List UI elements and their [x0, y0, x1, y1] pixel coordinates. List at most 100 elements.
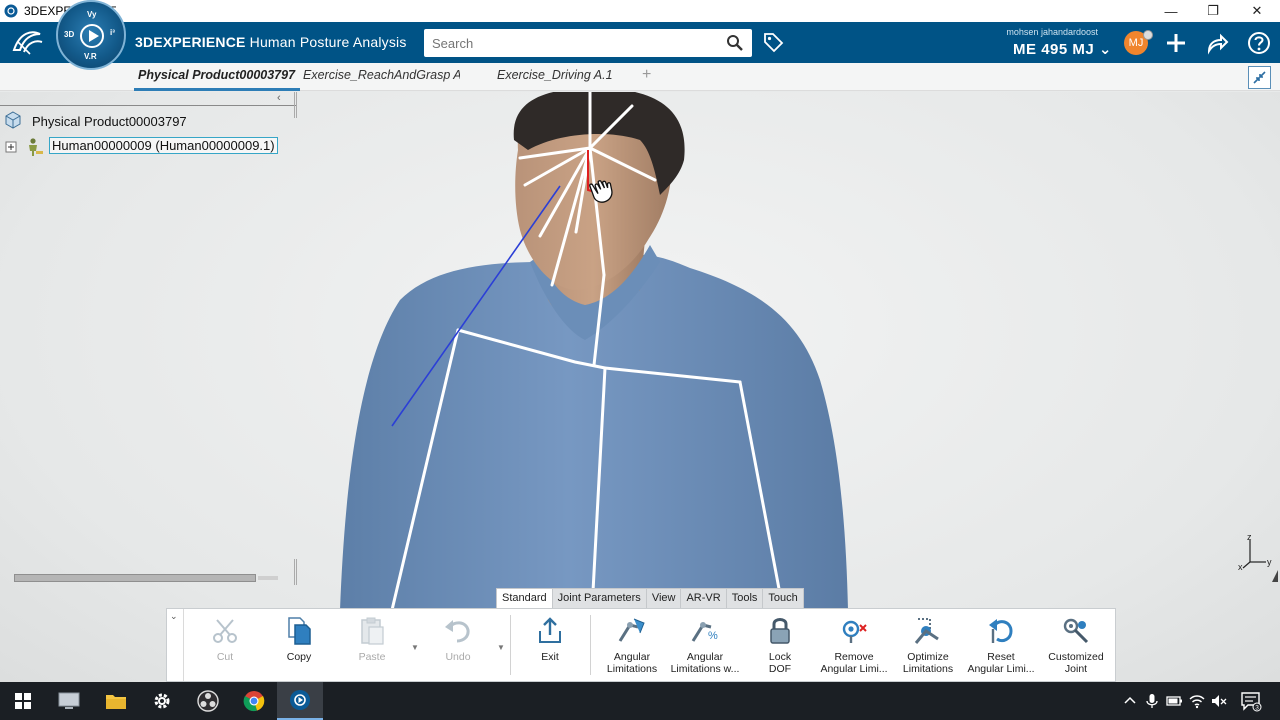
tab-tools[interactable]: Tools [725, 588, 764, 608]
collapse-tree-button[interactable]: ‹ [277, 92, 281, 104]
svg-text:%: % [708, 630, 718, 642]
app-logo-icon [4, 4, 18, 18]
chrome-icon [243, 691, 265, 712]
minimize-button[interactable]: — [1150, 0, 1192, 22]
lock-dof-button[interactable]: Lock DOF [742, 615, 818, 677]
gear-icon [154, 693, 170, 709]
scrollbar-track [258, 576, 278, 580]
tree-resize-handle-bottom[interactable] [294, 559, 297, 585]
start-button[interactable] [0, 682, 46, 720]
help-icon[interactable] [1247, 31, 1271, 55]
taskbar-obs[interactable] [185, 682, 231, 720]
tree-item-physical-product[interactable]: Physical Product00003797 [32, 114, 187, 129]
tab-exercise-driving[interactable]: Exercise_Driving A.1 [497, 68, 613, 82]
action-bar-tabs: Standard Joint Parameters View AR-VR Too… [496, 588, 804, 608]
copy-icon [288, 617, 311, 645]
search-input[interactable] [424, 29, 714, 57]
tab-standard[interactable]: Standard [496, 588, 553, 608]
microphone-icon[interactable] [1143, 692, 1161, 710]
taskbar-3dexperience[interactable] [277, 682, 323, 720]
scissors-icon [213, 619, 237, 643]
tab-view[interactable]: View [645, 588, 682, 608]
speaker-muted-icon[interactable] [1210, 692, 1228, 710]
app-header: 3DEXPERIENCE Human Posture Analysis mohs… [0, 22, 1280, 63]
remove-limitation-icon [842, 620, 867, 643]
wifi-icon[interactable] [1188, 692, 1206, 710]
tag-icon[interactable] [762, 31, 784, 53]
presence-indicator [1143, 30, 1153, 40]
tray-chevron-up-icon[interactable] [1121, 692, 1139, 710]
cut-button[interactable]: Cut [187, 615, 263, 677]
expand-node-icon[interactable] [4, 140, 18, 154]
3dexperience-icon [290, 690, 310, 710]
axis-y-label: y [1267, 557, 1272, 567]
customized-joint-button[interactable]: Customized Joint [1038, 615, 1114, 677]
angular-limitations-icon [618, 618, 645, 642]
document-tabs: Physical Product00003797 Exercise_ReachA… [0, 63, 1280, 91]
angular-limitations-percent-icon: % [691, 622, 718, 642]
user-id-menu[interactable]: ME 495 MJ ⌄ [1013, 40, 1112, 58]
windows-icon [15, 693, 31, 709]
exit-button[interactable]: Exit [512, 615, 588, 677]
axis-z-label: z [1247, 532, 1252, 542]
optimize-limitations-button[interactable]: Optimize Limitations [890, 615, 966, 677]
paste-button[interactable]: Paste [334, 615, 410, 677]
taskbar-settings[interactable] [139, 682, 185, 720]
collapse-view-button[interactable] [1248, 66, 1271, 89]
undo-button[interactable]: Undo [420, 615, 496, 677]
search-box[interactable] [424, 29, 752, 57]
dassault-logo-icon[interactable] [10, 28, 46, 56]
monitor-icon [58, 692, 80, 709]
undo-dropdown-icon[interactable]: ▼ [497, 643, 505, 652]
notifications-icon[interactable]: 3 [1240, 690, 1262, 712]
exit-icon [539, 617, 561, 643]
scrollbar-thumb[interactable] [14, 574, 256, 582]
undo-icon [445, 620, 470, 643]
user-name: mohsen jahandardoost [1006, 27, 1098, 37]
tree-separator [0, 105, 296, 106]
toolbar-separator [510, 615, 511, 675]
tab-physical-product[interactable]: Physical Product00003797 [138, 68, 295, 82]
tab-exercise-reach[interactable]: Exercise_ReachAndGrasp A. [303, 68, 460, 82]
plus-icon[interactable] [1164, 31, 1188, 55]
action-bar-collapse[interactable]: ⌄ [167, 609, 184, 681]
window-titlebar: 3DEXPERIENCE — ❐ ✕ [0, 0, 1280, 22]
customized-joint-icon [1063, 618, 1089, 644]
product-icon [5, 111, 21, 129]
os-taskbar: 3 [0, 682, 1280, 720]
share-icon[interactable] [1205, 31, 1229, 55]
play-icon[interactable] [89, 30, 99, 42]
collapse-icon [1253, 71, 1266, 84]
angular-limitations-with-button[interactable]: % Angular Limitations w... [667, 615, 743, 677]
axis-triad[interactable]: z y x [1234, 532, 1278, 584]
taskbar-task-manager[interactable] [46, 682, 92, 720]
paste-icon [361, 617, 384, 645]
reset-angular-limitations-button[interactable]: Reset Angular Limi... [963, 615, 1039, 677]
copy-button[interactable]: Copy [261, 615, 337, 677]
app-title: 3DEXPERIENCE Human Posture Analysis [135, 34, 407, 50]
taskbar-file-explorer[interactable] [93, 682, 139, 720]
tab-joint-parameters[interactable]: Joint Parameters [551, 588, 647, 608]
paste-dropdown-icon[interactable]: ▼ [411, 643, 419, 652]
add-tab-button[interactable]: + [642, 66, 651, 84]
human-icon [29, 138, 43, 156]
chevron-down-icon[interactable]: ⌄ [170, 611, 178, 622]
tree-resize-handle[interactable] [294, 92, 297, 118]
remove-angular-limitations-button[interactable]: Remove Angular Limi... [816, 615, 892, 677]
tree-item-human[interactable]: Human00000009 (Human00000009.1) [49, 137, 278, 154]
tree-horizontal-scrollbar[interactable] [14, 573, 278, 583]
tab-ar-vr[interactable]: AR-VR [680, 588, 727, 608]
battery-icon[interactable] [1165, 692, 1183, 710]
active-tab-indicator [134, 88, 300, 91]
close-button[interactable]: ✕ [1236, 0, 1278, 22]
reset-icon [989, 619, 1013, 643]
angular-limitations-button[interactable]: Angular Limitations [594, 615, 670, 677]
search-icon[interactable] [726, 34, 744, 52]
tab-touch[interactable]: Touch [762, 588, 804, 608]
obs-icon [197, 690, 219, 712]
restore-button[interactable]: ❐ [1192, 0, 1234, 22]
action-bar: ⌄ Cut Copy Paste ▼ Undo ▼ Exit Angular L… [166, 608, 1116, 682]
folder-icon [106, 695, 126, 709]
compass-widget[interactable]: Vy 3D i³ V.R [56, 0, 126, 70]
taskbar-chrome[interactable] [231, 682, 277, 720]
